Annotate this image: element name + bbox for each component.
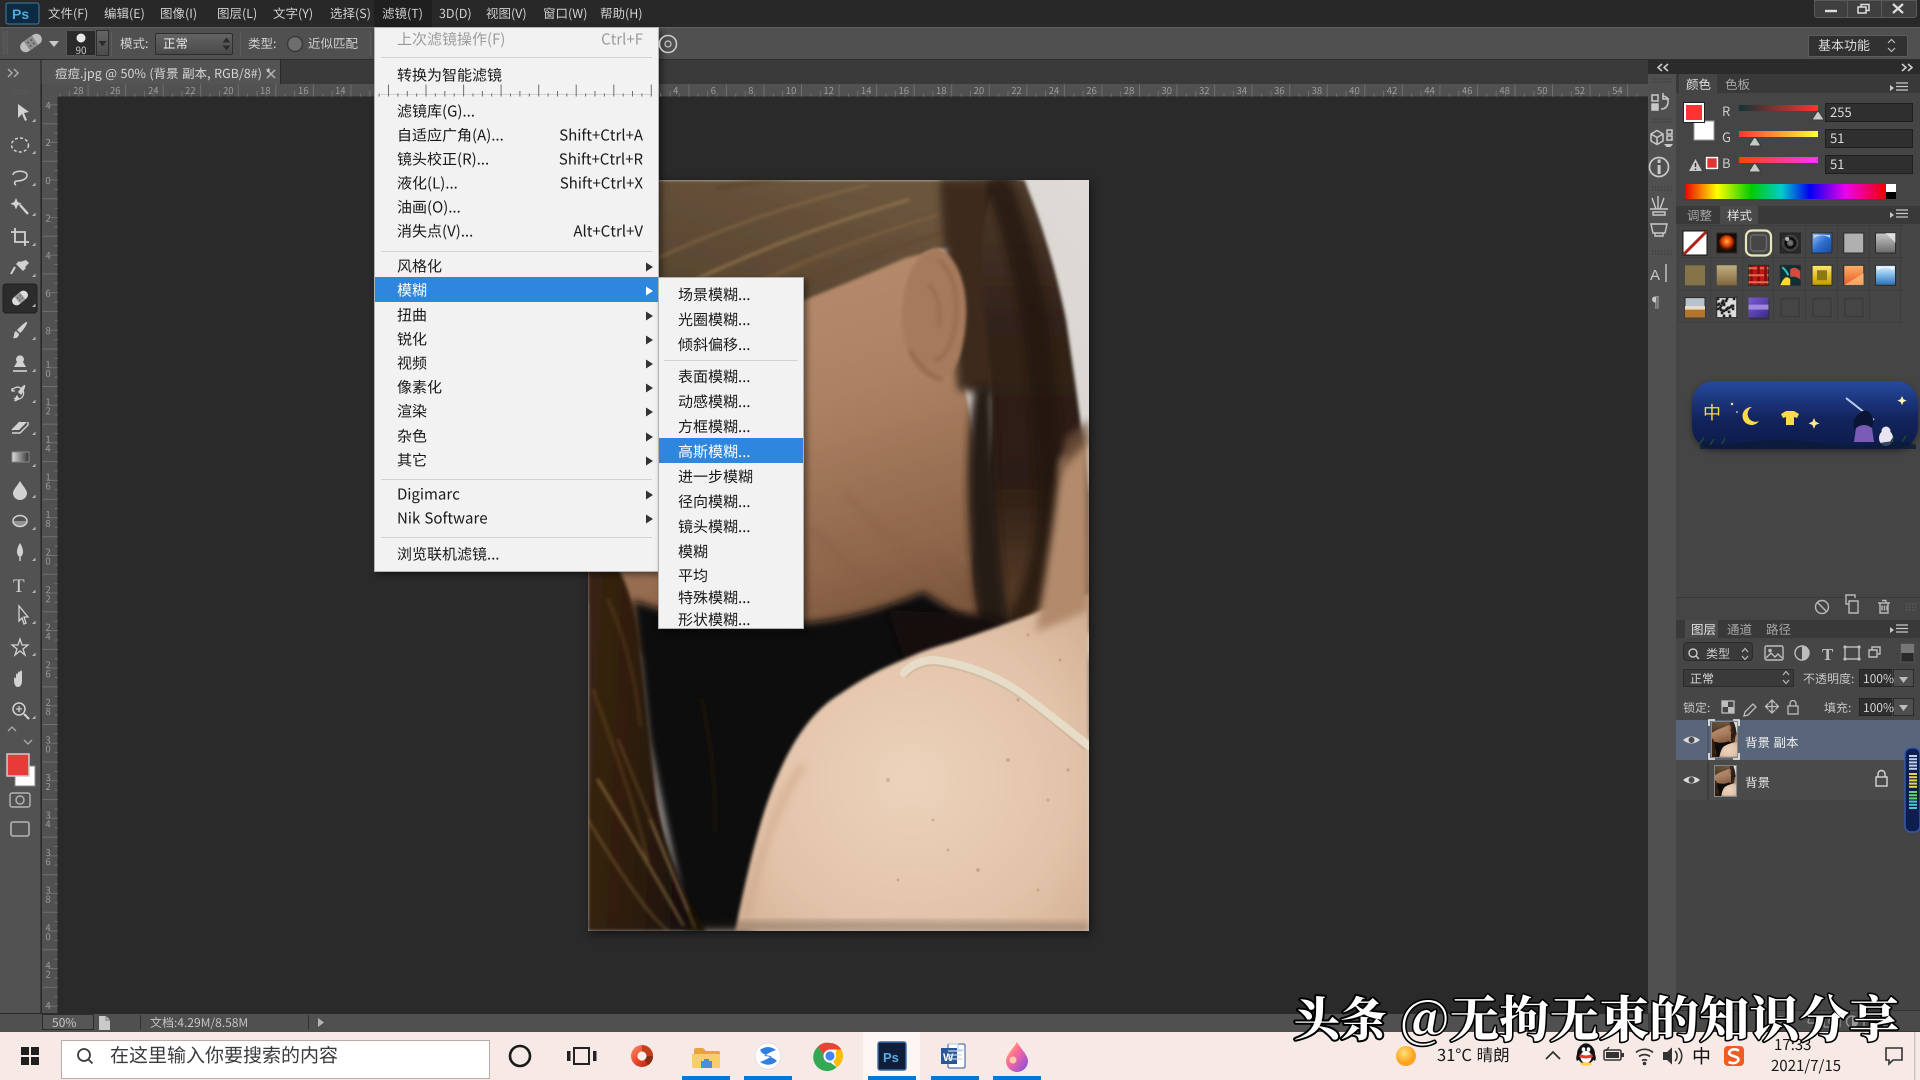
- svg-text:A: A: [1650, 267, 1660, 284]
- svg-text:¶: ¶: [1652, 294, 1660, 311]
- svg-text:W: W: [943, 1052, 954, 1064]
- svg-text:Ps: Ps: [12, 6, 29, 22]
- svg-text:T: T: [1822, 645, 1834, 664]
- svg-text:T: T: [13, 576, 25, 597]
- svg-text:Ps: Ps: [883, 1050, 899, 1065]
